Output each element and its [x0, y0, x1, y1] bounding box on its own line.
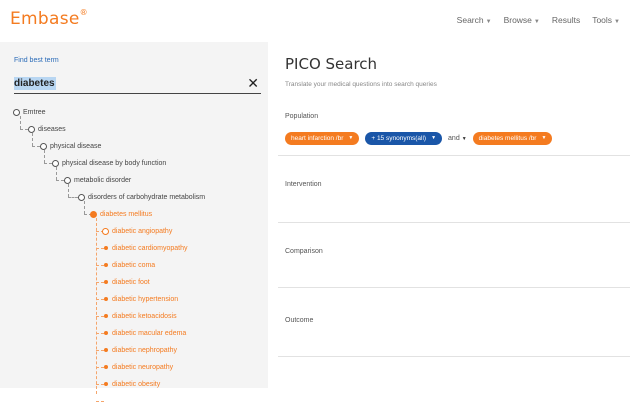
comparison-label: Comparison	[285, 248, 323, 255]
node-circle-icon	[40, 142, 47, 150]
population-query-row: heart infarction /br ▼ + 15 synonyms(all)…	[285, 132, 553, 145]
leaf-dot-icon	[104, 246, 108, 251]
chevron-down-icon: ▼	[541, 135, 547, 141]
page-subtitle: Translate your medical questions into se…	[285, 81, 437, 88]
population-term-pill-2[interactable]: diabetes mellitus /br ▼	[472, 132, 553, 145]
node-circle-icon	[13, 108, 20, 116]
tree-node-diabetic-foot[interactable]: diabetic foot	[104, 278, 150, 288]
tree-node-diabetic-ketoacidosis[interactable]: diabetic ketoacidosis	[104, 312, 177, 322]
embase-logo[interactable]: Embase®	[10, 8, 88, 29]
section-divider	[278, 356, 630, 357]
leaf-dot-icon	[104, 297, 108, 302]
selected-node-icon	[90, 210, 97, 218]
intervention-label: Intervention	[285, 181, 322, 188]
tree-node-diabetic-neuropathy[interactable]: diabetic neuropathy	[104, 363, 173, 373]
nav-search[interactable]: Search ▼	[457, 15, 492, 25]
leaf-dot-icon	[104, 382, 108, 387]
term-search-input[interactable]: diabetes	[14, 77, 56, 90]
boolean-operator-select[interactable]: and ▼	[448, 135, 467, 142]
tree-node-diabetic-coma[interactable]: diabetic coma	[104, 261, 155, 271]
leaf-dot-icon	[104, 280, 108, 285]
tree-node-carbohydrate-metabolism[interactable]: disorders of carbohydrate metabolism	[78, 193, 205, 203]
population-label: Population	[285, 113, 319, 120]
find-best-term-label: Find best term	[14, 57, 59, 64]
node-circle-icon	[78, 193, 85, 201]
tree-node-metabolic-disorder[interactable]: metabolic disorder	[64, 176, 131, 186]
section-divider	[278, 287, 630, 288]
chevron-down-icon: ▼	[614, 19, 620, 25]
chevron-down-icon: ▼	[461, 136, 467, 142]
main-nav: Search ▼ Browse ▼ Results Tools ▼	[457, 15, 620, 25]
leaf-dot-icon	[104, 331, 108, 336]
chevron-down-icon: ▼	[431, 135, 437, 141]
term-finder-panel: Find best term diabetes ✕ Emtree disease…	[0, 42, 268, 402]
tree-node-diabetic-obesity[interactable]: diabetic obesity	[104, 380, 160, 390]
tree-node-diabetes-mellitus[interactable]: diabetes mellitus	[90, 210, 152, 220]
clear-icon[interactable]: ✕	[247, 76, 259, 91]
tree-node-diabetic-nephropathy[interactable]: diabetic nephropathy	[104, 346, 177, 356]
node-circle-icon	[64, 176, 71, 184]
synonyms-pill[interactable]: + 15 synonyms(all) ▼	[365, 132, 443, 145]
nav-results[interactable]: Results	[552, 15, 580, 25]
outcome-label: Outcome	[285, 317, 314, 324]
tree-node-diabetic-macular-edema[interactable]: diabetic macular edema	[104, 329, 186, 339]
chevron-down-icon: ▼	[348, 135, 354, 141]
term-search-box: diabetes ✕	[14, 75, 261, 94]
section-divider	[278, 155, 630, 156]
tree-node-physical-disease-by-body-function[interactable]: physical disease by body function	[52, 159, 166, 169]
node-circle-icon	[52, 159, 59, 167]
nav-browse[interactable]: Browse ▼	[504, 15, 540, 25]
tree-node-diabetic-cardiomyopathy[interactable]: diabetic cardiomyopathy	[104, 244, 188, 254]
leaf-dot-icon	[104, 348, 108, 353]
section-divider	[278, 222, 630, 223]
top-header: Embase® Search ▼ Browse ▼ Results Tools ▼	[0, 0, 630, 42]
node-circle-icon	[28, 125, 35, 133]
tree-node-diseases[interactable]: diseases	[28, 125, 66, 135]
nav-tools[interactable]: Tools ▼	[592, 15, 620, 25]
population-term-pill[interactable]: heart infarction /br ▼	[285, 132, 360, 145]
tree-node-diabetic-hypertension[interactable]: diabetic hypertension	[104, 295, 178, 305]
tree-node-diabetic-angiopathy[interactable]: diabetic angiopathy	[102, 227, 172, 237]
leaf-dot-icon	[104, 365, 108, 370]
chevron-down-icon: ▼	[485, 19, 492, 25]
pico-search-panel: PICO Search Translate your medical quest…	[268, 42, 630, 388]
chevron-down-icon: ▼	[533, 19, 540, 25]
tree-node-emtree[interactable]: Emtree	[13, 108, 46, 118]
leaf-dot-icon	[104, 314, 108, 319]
leaf-dot-icon	[104, 263, 108, 268]
page-title: PICO Search	[285, 55, 378, 73]
tree-node-physical-disease[interactable]: physical disease	[40, 142, 101, 152]
node-circle-icon	[102, 227, 109, 235]
